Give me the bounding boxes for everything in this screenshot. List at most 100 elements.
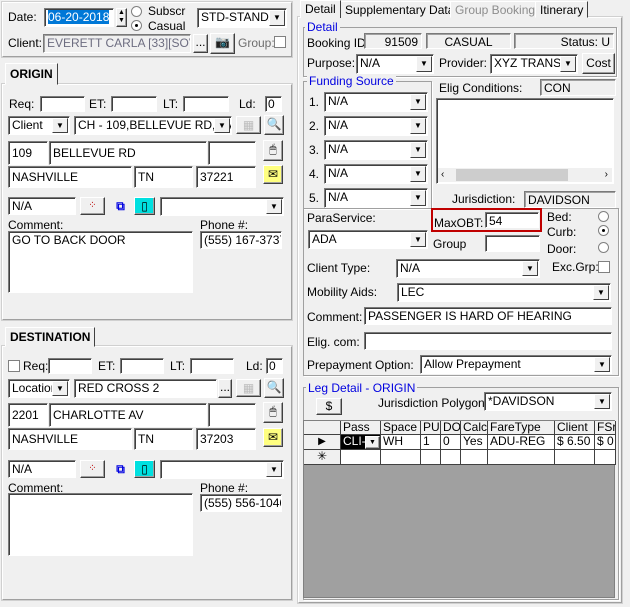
state-input[interactable]: TN — [134, 166, 193, 188]
landmark-input[interactable]: N/A — [8, 460, 76, 478]
mouse-button[interactable]: 🖱 — [263, 402, 283, 423]
horizontal-scrollbar[interactable]: ‹ › — [438, 168, 612, 182]
group-checkbox[interactable] — [274, 36, 286, 48]
photo-button[interactable]: ▦ — [236, 116, 261, 134]
photo-button[interactable]: ▦ — [236, 379, 261, 397]
unit-input[interactable] — [208, 141, 256, 165]
table-cell[interactable]: 0 — [441, 435, 461, 450]
scroll-left-icon[interactable]: ‹ — [441, 168, 444, 182]
origin-comment-textarea[interactable]: GO TO BACK DOOR — [8, 231, 193, 293]
camera-button[interactable]: 📷 — [210, 33, 235, 54]
street-number-input[interactable]: 2201 — [8, 403, 48, 427]
prepayment-select[interactable]: Allow Prepayment ▼ — [420, 355, 612, 374]
state-input[interactable]: TN — [134, 428, 193, 450]
curb-radio[interactable] — [598, 225, 609, 236]
table-cell[interactable]: $ 6.50 — [555, 435, 595, 450]
ld-input[interactable]: 0 — [266, 358, 283, 374]
subscr-radio[interactable] — [131, 6, 142, 17]
door-radio[interactable] — [598, 242, 609, 253]
funding-source-select[interactable]: N/A ▼ — [324, 164, 428, 184]
table-cell[interactable]: ADU-REG — [488, 435, 555, 450]
email-button[interactable]: ✉ — [263, 428, 283, 447]
street-input[interactable]: CHARLOTTE AV — [49, 403, 207, 427]
ld-input[interactable]: 0 — [265, 96, 282, 112]
door-button[interactable]: ▯ — [134, 460, 155, 478]
map-button[interactable]: ⁘ — [80, 460, 105, 478]
et-input[interactable] — [120, 358, 164, 374]
table-cell[interactable] — [595, 450, 616, 465]
column-header[interactable]: FSr — [595, 421, 616, 435]
pass-dropdown-button[interactable]: ▼ — [365, 436, 380, 449]
maxobt-input[interactable]: 54 — [485, 212, 539, 228]
funding-source-select[interactable]: N/A ▼ — [324, 116, 428, 136]
zip-input[interactable]: 37221 — [196, 166, 256, 188]
req-input[interactable] — [48, 358, 92, 374]
column-header[interactable]: FareType — [488, 421, 555, 435]
tab-detail[interactable]: Detail — [300, 0, 341, 18]
lt-input[interactable] — [183, 96, 229, 112]
street-input[interactable]: BELLEVUE RD — [49, 141, 207, 165]
funding-source-select[interactable]: N/A ▼ — [324, 92, 428, 112]
column-header[interactable]: Calc — [461, 421, 488, 435]
jurisdiction-polygon-select[interactable]: *DAVIDSON ▼ — [484, 392, 612, 411]
column-header[interactable]: PU — [421, 421, 441, 435]
table-cell[interactable]: $ 0 — [595, 435, 616, 450]
et-input[interactable] — [111, 96, 157, 112]
mouse-button[interactable]: 🖱 — [263, 140, 283, 161]
table-cell[interactable]: Yes — [461, 435, 488, 450]
leg-grid[interactable]: Pass Space PU DO Calc FareType Client FSr ▶ CLI- W… — [303, 420, 616, 598]
door-button[interactable]: ▯ — [134, 197, 155, 215]
search-button[interactable]: 🔍 — [264, 378, 284, 398]
tab-origin[interactable]: ORIGIN — [5, 63, 58, 85]
req-input[interactable] — [40, 96, 85, 112]
origin-type-select[interactable]: Client ▼ — [8, 116, 70, 135]
casual-radio[interactable] — [131, 20, 142, 31]
copy-windows-icon[interactable]: ⧉ — [110, 197, 131, 215]
service-select[interactable]: STD-STANDA ▼ — [197, 8, 287, 28]
funding-source-select[interactable]: N/A ▼ — [324, 188, 428, 208]
origin-address-select[interactable]: CH - 109,BELLEVUE RD,NA ▼ — [74, 116, 232, 135]
street-number-input[interactable]: 109 — [8, 141, 48, 165]
map-button[interactable]: ⁘ — [80, 197, 105, 215]
row-selector[interactable]: ▶ — [304, 435, 341, 450]
exc-grp-checkbox[interactable] — [598, 261, 610, 273]
city-input[interactable]: NASHVILLE — [8, 428, 132, 450]
table-cell[interactable] — [488, 450, 555, 465]
column-header[interactable]: Space — [381, 421, 421, 435]
destination-extra-select[interactable]: ▼ — [160, 460, 284, 479]
copy-windows-icon[interactable]: ⧉ — [110, 460, 131, 478]
tab-destination[interactable]: DESTINATION — [5, 327, 96, 347]
elig-conditions-list[interactable]: ‹ › — [436, 98, 614, 184]
client-type-select[interactable]: N/A ▼ — [396, 259, 540, 278]
new-row-selector[interactable]: ✳ — [304, 450, 341, 465]
destination-phone-input[interactable]: (555) 556-1046 — [200, 494, 282, 512]
table-cell[interactable]: WH — [381, 435, 421, 450]
provider-select[interactable]: XYZ TRANSI ▼ — [490, 54, 578, 74]
date-input[interactable]: 06-20-2018 — [44, 8, 114, 27]
destination-comment-textarea[interactable] — [8, 493, 193, 556]
req-checkbox[interactable] — [8, 360, 20, 372]
table-cell[interactable] — [441, 450, 461, 465]
table-cell[interactable] — [555, 450, 595, 465]
scroll-right-icon[interactable]: › — [605, 168, 608, 182]
paraservice-select[interactable]: ADA ▼ — [308, 230, 428, 249]
origin-phone-input[interactable]: (555) 167-3737 — [200, 231, 282, 249]
unit-input[interactable] — [208, 403, 256, 427]
date-spinner[interactable]: ▲ ▼ — [116, 8, 127, 27]
funding-source-select[interactable]: N/A ▼ — [324, 140, 428, 160]
client-input[interactable]: EVERETT CARLA [33][SOVD0 — [43, 34, 191, 53]
search-button[interactable]: 🔍 — [264, 115, 284, 135]
tab-itinerary[interactable]: Itinerary — [535, 1, 589, 18]
scrollbar-thumb[interactable] — [456, 169, 568, 181]
email-button[interactable]: ✉ — [263, 165, 283, 184]
fare-button[interactable]: $ — [316, 398, 342, 415]
city-input[interactable]: NASHVILLE — [8, 166, 132, 188]
address-lookup-button[interactable]: ... — [218, 379, 232, 398]
tab-supplementary-data[interactable]: Supplementary Data — [340, 1, 460, 18]
landmark-input[interactable]: N/A — [8, 197, 76, 215]
column-header[interactable]: DO — [441, 421, 461, 435]
destination-address-input[interactable]: RED CROSS 2 — [74, 379, 217, 398]
zip-input[interactable]: 37203 — [196, 428, 256, 450]
table-cell[interactable] — [381, 450, 421, 465]
elig-com-input[interactable] — [364, 332, 612, 350]
